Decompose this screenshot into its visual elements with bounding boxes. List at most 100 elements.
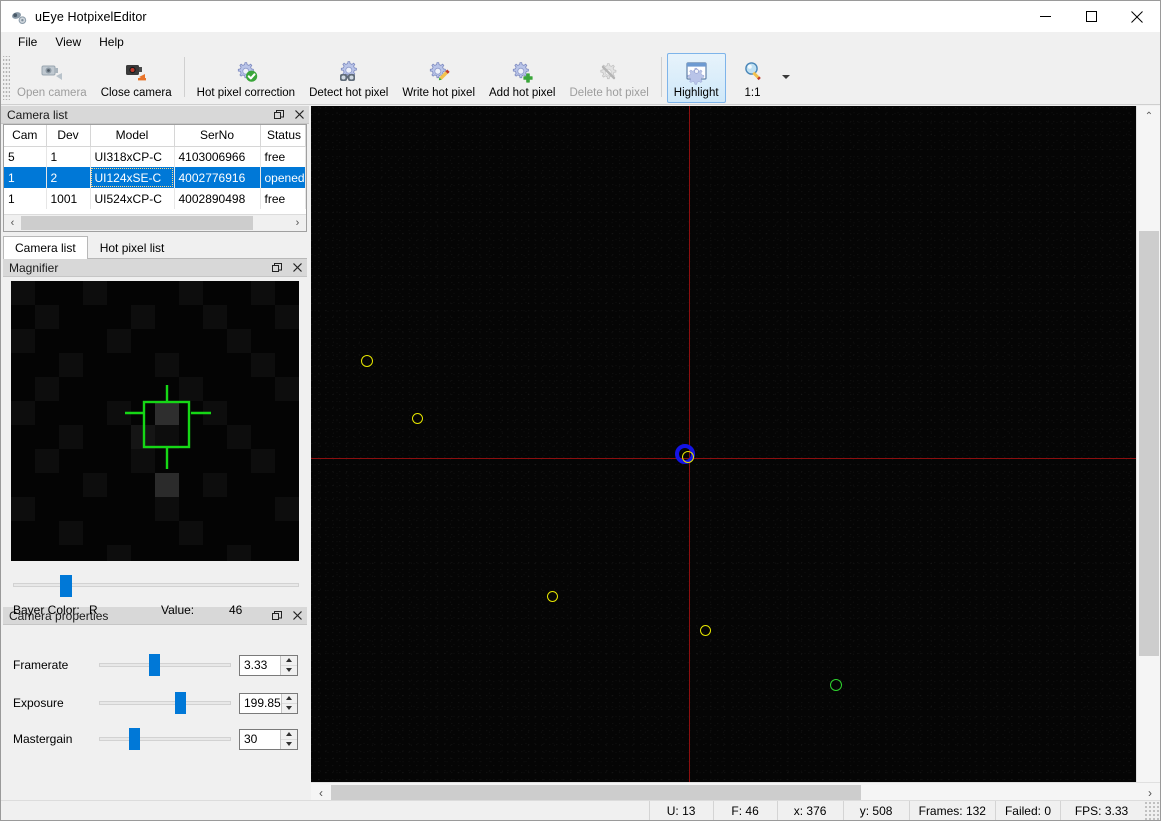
hot-pixel-marker[interactable] [546,590,558,602]
highlight-button[interactable]: Highlight [666,53,726,103]
slider-thumb[interactable] [59,575,72,597]
menu-file[interactable]: File [9,33,46,52]
column-header-dev[interactable]: Dev [46,125,91,147]
mastergain-slider[interactable] [99,727,231,751]
hot-pixel-correction-label: Hot pixel correction [196,87,296,99]
exposure-slider[interactable] [99,691,231,715]
zoom-one-to-one-button[interactable]: 1:1 [726,53,780,103]
add-hot-pixel-button[interactable]: Add hot pixel [482,53,563,103]
mastergain-value[interactable]: 30 [240,730,280,749]
close-camera-button[interactable]: Close camera [94,53,179,103]
exposure-stepper[interactable]: 199.85 [239,692,298,714]
maximize-button[interactable] [1068,1,1114,32]
exposure-value[interactable]: 199.85 [240,694,281,713]
hot-pixel-marker[interactable] [361,355,373,367]
crosshair-horizontal [311,458,1160,459]
framerate-stepper[interactable]: 3.33 [239,654,298,676]
magnifier-panel: Magnifier Bayer Color: R Value: 46 [3,259,307,617]
stepper-down-icon[interactable] [281,664,297,675]
pixel-value: 46 [229,603,243,617]
framerate-label: Framerate [13,658,69,672]
column-header-status[interactable]: Status [260,125,306,147]
camera-list-panel-header: Camera list [1,106,309,124]
stepper-up-icon[interactable] [281,730,297,739]
hot-pixel-marker[interactable] [682,451,694,463]
window-title: uEye HotpixelEditor [35,9,147,24]
slider-thumb[interactable] [175,692,187,714]
u-value: U: 13 [648,801,713,820]
menu-view[interactable]: View [46,33,90,52]
open-camera-icon [38,59,66,85]
hot-pixel-correction-button[interactable]: Hot pixel correction [190,53,302,103]
camera-list-panel-title: Camera list [7,107,68,122]
mastergain-stepper[interactable]: 30 [239,728,298,750]
highlight-label: Highlight [673,87,719,99]
scrollbar-thumb[interactable] [331,784,861,801]
detect-hot-pixel-button[interactable]: Detect hot pixel [302,53,395,103]
menu-help[interactable]: Help [90,33,133,52]
toolbar-grip[interactable] [3,56,10,100]
column-header-serno[interactable]: SerNo [174,125,261,147]
stepper-up-icon[interactable] [281,656,297,665]
table-row[interactable]: 1 2 UI124xSE-C 4002776916 opened [4,167,306,188]
scrollbar-thumb[interactable] [21,216,253,230]
scroll-right-icon[interactable]: › [289,215,306,231]
sensor-image [311,106,1160,802]
write-hot-pixel-button[interactable]: Write hot pixel [395,53,482,103]
stepper-down-icon[interactable] [281,738,297,749]
hot-pixel-marker[interactable] [830,679,842,691]
magnifier-close-icon[interactable] [287,259,307,277]
camera-list-close-icon[interactable] [289,106,309,124]
gear-delete-icon [595,59,623,85]
exposure-label: Exposure [13,696,64,710]
resize-grip-icon[interactable] [1144,801,1160,820]
stepper-down-icon[interactable] [281,702,297,713]
delete-hot-pixel-button[interactable]: Delete hot pixel [563,53,656,103]
camera-list-float-icon[interactable] [269,106,289,124]
fps: FPS: 3.33 [1060,801,1142,820]
tab-hot-pixel-list[interactable]: Hot pixel list [88,237,177,258]
image-vertical-scrollbar[interactable]: ⌃ ⌄ [1136,106,1160,802]
scroll-left-icon[interactable]: ‹ [4,215,21,231]
magnifier-zoom-slider[interactable] [13,575,299,597]
open-camera-button[interactable]: Open camera [10,53,94,103]
column-header-model[interactable]: Model [90,125,175,147]
cell-dev: 2 [46,167,91,188]
table-row[interactable]: 1 1001 UI524xCP-C 4002890498 free [4,188,306,209]
slider-thumb[interactable] [148,654,160,676]
tab-camera-list[interactable]: Camera list [3,236,88,259]
scrollbar-track[interactable] [21,215,289,231]
table-row[interactable]: 5 1 UI318xCP-C 4103006966 free [4,146,306,167]
image-horizontal-scrollbar[interactable]: ‹ › [311,782,1160,802]
bayer-color-value: R [89,603,98,617]
camera-list-table[interactable]: Cam Dev Model SerNo Status 5 1 UI318xCP-… [3,124,307,232]
mastergain-row: Mastergain 30 [3,725,305,753]
cell-serno: 4002776916 [174,167,261,188]
gear-plus-icon [508,59,536,85]
cell-status: opened [260,167,306,188]
slider-thumb[interactable] [129,728,141,750]
chevron-down-icon[interactable] [781,75,790,79]
scroll-up-icon[interactable]: ⌃ [1137,106,1160,126]
column-header-cam[interactable]: Cam [4,125,47,147]
minimize-button[interactable] [1022,1,1068,32]
scrollbar-thumb[interactable] [1139,231,1159,656]
framerate-value[interactable]: 3.33 [240,656,280,675]
cell-cam: 1 [4,188,47,209]
gear-check-icon [232,59,260,85]
status-bar: U: 13 F: 46 x: 376 y: 508 Frames: 132 Fa… [1,800,1160,820]
zoom-one-to-one-label: 1:1 [744,87,761,99]
camera-list-horizontal-scrollbar[interactable]: ‹ › [4,214,306,231]
magnifier-canvas[interactable] [11,281,299,561]
magnifier-zoom-icon [739,59,767,85]
stepper-up-icon[interactable] [282,694,297,703]
toolbar-separator-2 [660,57,662,97]
hot-pixel-marker[interactable] [699,624,711,636]
highlight-window-icon [682,59,710,85]
hot-pixel-marker[interactable] [411,412,423,424]
image-view[interactable] [311,106,1160,802]
camera-app-icon [10,8,28,26]
framerate-slider[interactable] [99,653,231,677]
close-button[interactable] [1114,1,1160,32]
magnifier-float-icon[interactable] [267,259,287,277]
